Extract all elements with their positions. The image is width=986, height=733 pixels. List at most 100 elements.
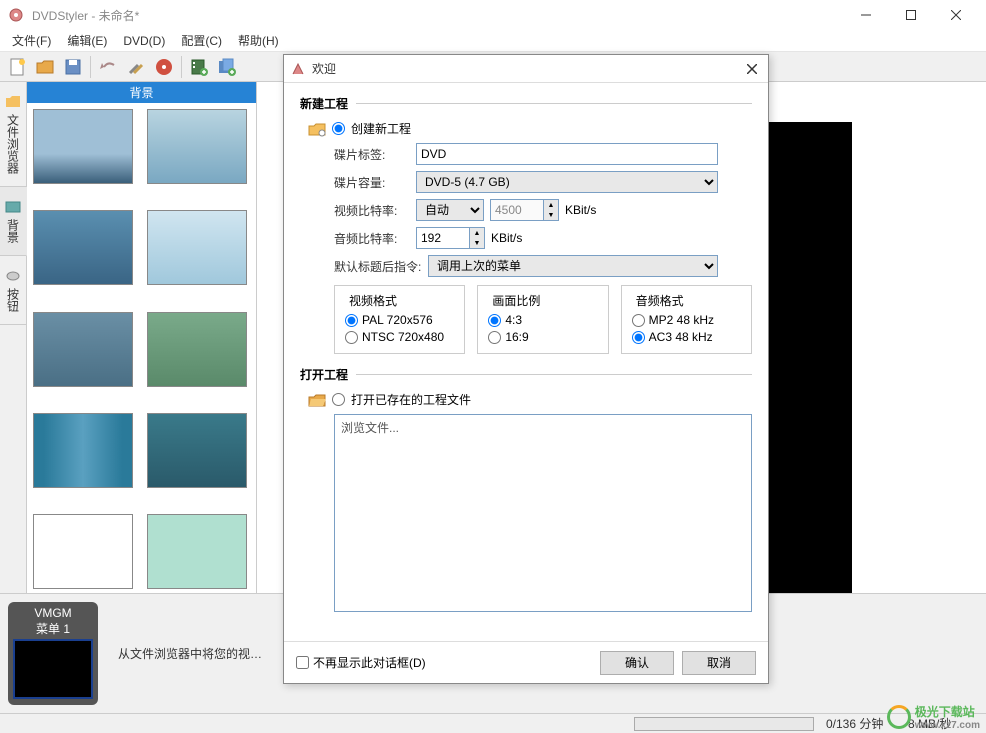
bg-thumb[interactable] — [33, 109, 133, 184]
dialog-close-button[interactable] — [742, 59, 762, 79]
section-open-project: 打开工程 — [300, 366, 752, 383]
progress-bar — [634, 717, 814, 731]
tab-label: 按钮 — [5, 288, 22, 312]
toolbar-separator — [90, 56, 91, 78]
tab-file-browser[interactable]: 文件浏览器 — [0, 82, 26, 187]
video-format-group: 视频格式 PAL 720x576 NTSC 720x480 — [334, 285, 465, 354]
bg-thumb[interactable] — [33, 514, 133, 589]
new-folder-icon — [308, 121, 326, 137]
tab-background[interactable]: 背景 — [0, 187, 27, 256]
bg-thumb[interactable] — [33, 413, 133, 488]
dialog-footer: 不再显示此对话框(D) 确认 取消 — [284, 641, 768, 683]
capacity-label: 碟片容量: — [334, 174, 416, 191]
background-icon — [5, 199, 21, 215]
menu-config[interactable]: 配置(C) — [173, 30, 230, 51]
settings-button[interactable] — [123, 54, 149, 80]
browse-placeholder: 浏览文件... — [341, 421, 399, 435]
create-new-label: 创建新工程 — [351, 120, 411, 137]
bg-thumb[interactable] — [147, 413, 247, 488]
background-header: 背景 — [27, 82, 256, 103]
disc-label-input[interactable] — [416, 143, 718, 165]
dialog-title: 欢迎 — [312, 60, 742, 77]
ac3-radio[interactable] — [632, 331, 645, 344]
window-title: DVDStyler - 未命名* — [32, 7, 843, 24]
timeline-hint: 从文件浏览器中将您的视… — [118, 645, 262, 662]
spinner-down[interactable]: ▼ — [470, 238, 484, 248]
aspect-169-radio[interactable] — [488, 331, 501, 344]
button-icon — [5, 268, 21, 284]
maximize-button[interactable] — [888, 0, 933, 30]
vbitrate-input — [490, 199, 544, 221]
menu-label: 菜单 1 — [12, 620, 94, 637]
audio-format-group: 音频格式 MP2 48 kHz AC3 48 kHz — [621, 285, 752, 354]
capacity-select[interactable]: DVD-5 (4.7 GB) — [416, 171, 718, 193]
abitrate-input[interactable] — [416, 227, 470, 249]
cancel-button[interactable]: 取消 — [682, 651, 756, 675]
duration-status: 0/136 分钟 — [826, 715, 896, 732]
dialog-icon — [290, 61, 306, 77]
spinner-up[interactable]: ▲ — [544, 200, 558, 210]
dialog-titlebar[interactable]: 欢迎 — [284, 55, 768, 83]
save-button[interactable] — [60, 54, 86, 80]
posttitle-select[interactable]: 调用上次的菜单 — [428, 255, 718, 277]
section-new-project: 新建工程 — [300, 95, 752, 112]
dont-show-label: 不再显示此对话框(D) — [313, 654, 426, 671]
vmgm-label: VMGM — [12, 606, 94, 620]
open-existing-label: 打开已存在的工程文件 — [351, 391, 471, 408]
vbitrate-mode-select[interactable]: 自动 — [416, 199, 484, 221]
tab-button[interactable]: 按钮 — [0, 256, 26, 325]
browse-file-list[interactable]: 浏览文件... — [334, 414, 752, 612]
menu-bar: 文件(F) 编辑(E) DVD(D) 配置(C) 帮助(H) — [0, 30, 986, 52]
add-file-button[interactable] — [186, 54, 212, 80]
tab-label: 文件浏览器 — [5, 114, 22, 174]
aspect-43-radio[interactable] — [488, 314, 501, 327]
posttitle-label: 默认标题后指令: — [334, 258, 428, 275]
app-icon — [8, 7, 24, 23]
mp2-radio[interactable] — [632, 314, 645, 327]
watermark-logo-icon — [887, 705, 911, 729]
aspect-legend: 画面比例 — [488, 292, 544, 309]
open-existing-radio[interactable] — [332, 393, 345, 406]
pal-radio[interactable] — [345, 314, 358, 327]
watermark-url: www.xz7.com — [915, 720, 980, 731]
welcome-dialog: 欢迎 新建工程 创建新工程 碟片标签: 碟片容量: DVD-5 (4.7 GB)… — [283, 54, 769, 684]
tab-label: 背景 — [5, 219, 22, 243]
new-button[interactable] — [4, 54, 30, 80]
vbitrate-unit: KBit/s — [565, 203, 596, 217]
toolbar-separator — [181, 56, 182, 78]
open-button[interactable] — [32, 54, 58, 80]
audio-format-legend: 音频格式 — [632, 292, 688, 309]
close-button[interactable] — [933, 0, 978, 30]
bg-thumb[interactable] — [147, 210, 247, 285]
window-titlebar: DVDStyler - 未命名* — [0, 0, 986, 30]
bg-thumb[interactable] — [147, 109, 247, 184]
watermark-text: 极光下载站 — [915, 703, 980, 720]
aspect-group: 画面比例 4:3 16:9 — [477, 285, 608, 354]
ok-button[interactable]: 确认 — [600, 651, 674, 675]
ntsc-radio[interactable] — [345, 331, 358, 344]
open-folder-icon — [308, 392, 326, 408]
minimize-button[interactable] — [843, 0, 888, 30]
bg-thumb[interactable] — [33, 312, 133, 387]
timeline-menu-item[interactable]: VMGM 菜单 1 — [8, 602, 98, 705]
menu-edit[interactable]: 编辑(E) — [59, 30, 115, 51]
menu-dvd[interactable]: DVD(D) — [115, 32, 173, 50]
bg-thumb[interactable] — [147, 312, 247, 387]
abitrate-unit: KBit/s — [491, 231, 522, 245]
dont-show-checkbox[interactable] — [296, 656, 309, 669]
disc-label-label: 碟片标签: — [334, 146, 416, 163]
create-new-radio[interactable] — [332, 122, 345, 135]
bg-thumb[interactable] — [33, 210, 133, 285]
abitrate-label: 音频比特率: — [334, 230, 416, 247]
spinner-up[interactable]: ▲ — [470, 228, 484, 238]
menu-thumbnail — [13, 639, 93, 699]
menu-file[interactable]: 文件(F) — [4, 30, 59, 51]
undo-button[interactable] — [95, 54, 121, 80]
menu-help[interactable]: 帮助(H) — [230, 30, 287, 51]
burn-button[interactable] — [151, 54, 177, 80]
add-titleset-button[interactable] — [214, 54, 240, 80]
bg-thumb[interactable] — [147, 514, 247, 589]
folder-icon — [5, 94, 21, 110]
spinner-down[interactable]: ▼ — [544, 210, 558, 220]
video-format-legend: 视频格式 — [345, 292, 401, 309]
